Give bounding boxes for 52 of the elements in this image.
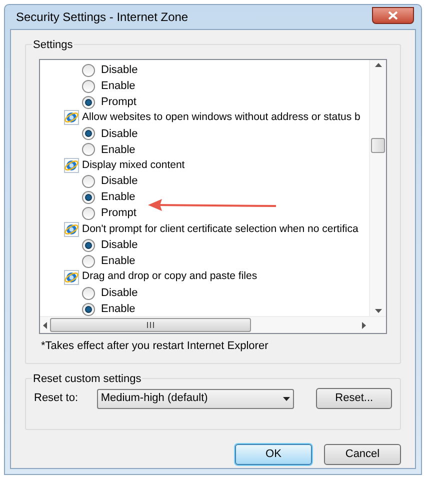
radio-button[interactable] bbox=[82, 80, 95, 92]
radio-option[interactable]: Enable bbox=[82, 301, 369, 316]
radio-button[interactable] bbox=[82, 238, 95, 252]
dialog-button[interactable]: Cancel bbox=[324, 444, 401, 464]
radio-button[interactable] bbox=[82, 64, 95, 76]
browser-icon bbox=[64, 270, 79, 285]
radio-button[interactable] bbox=[82, 254, 95, 268]
scroll-up-icon bbox=[374, 63, 382, 67]
setting-title: Drag and drop or copy and paste files bbox=[82, 269, 258, 284]
radio-option[interactable]: Disable bbox=[82, 237, 369, 254]
group-title: Settings bbox=[32, 37, 74, 54]
close-button[interactable] bbox=[372, 6, 414, 24]
browser-icon bbox=[64, 110, 79, 126]
close-icon bbox=[388, 10, 398, 20]
radio-button[interactable] bbox=[82, 96, 95, 108]
radio-option[interactable]: Disable bbox=[82, 285, 369, 301]
browser-icon bbox=[64, 158, 79, 174]
radio-button[interactable] bbox=[82, 302, 95, 316]
horizontal-scrollbar[interactable] bbox=[40, 316, 386, 333]
scroll-thumb[interactable] bbox=[371, 138, 385, 153]
setting-title: Allow websites to open windows without address or status b bbox=[82, 110, 360, 125]
radio-option[interactable]: Disable bbox=[82, 126, 369, 142]
radio-button[interactable] bbox=[82, 143, 95, 156]
reset-label: Reset to: bbox=[34, 390, 80, 406]
setting-title: Display mixed content bbox=[82, 158, 185, 173]
radio-option[interactable]: Enable bbox=[82, 190, 369, 206]
radio-button[interactable] bbox=[82, 286, 95, 300]
setting-title: Don't prompt for client certificate selection when no certifica bbox=[82, 222, 358, 236]
radio-button[interactable] bbox=[82, 175, 95, 188]
scroll-down-icon bbox=[374, 309, 382, 313]
scroll-left-icon bbox=[43, 322, 47, 328]
reset-dropdown[interactable]: Medium-high (default) bbox=[96, 388, 294, 408]
vertical-scrollbar[interactable] bbox=[369, 60, 386, 316]
radio-option[interactable]: Enable bbox=[82, 142, 369, 158]
radio-option[interactable]: Enable bbox=[82, 78, 369, 94]
radio-option[interactable]: Prompt bbox=[82, 94, 369, 110]
scroll-thumb[interactable] bbox=[50, 318, 251, 332]
browser-icon bbox=[64, 222, 79, 237]
window-title: Security Settings - Internet Zone bbox=[16, 9, 188, 26]
radio-option[interactable]: Disable bbox=[82, 174, 369, 190]
radio-button[interactable] bbox=[82, 191, 95, 204]
reset-button[interactable]: Reset... bbox=[316, 388, 392, 408]
dialog-button[interactable]: OK bbox=[235, 444, 312, 464]
radio-option[interactable]: Disable bbox=[82, 62, 369, 78]
caret-icon bbox=[283, 396, 290, 400]
radio-option[interactable]: Prompt bbox=[82, 206, 369, 222]
scroll-right-icon bbox=[362, 322, 366, 328]
grip-icon bbox=[147, 322, 154, 328]
radio-button[interactable] bbox=[82, 207, 95, 220]
radio-option[interactable]: Enable bbox=[82, 253, 369, 270]
radio-button[interactable] bbox=[82, 127, 95, 140]
restart-note: *Takes effect after you restart Internet Explorer bbox=[40, 339, 270, 354]
